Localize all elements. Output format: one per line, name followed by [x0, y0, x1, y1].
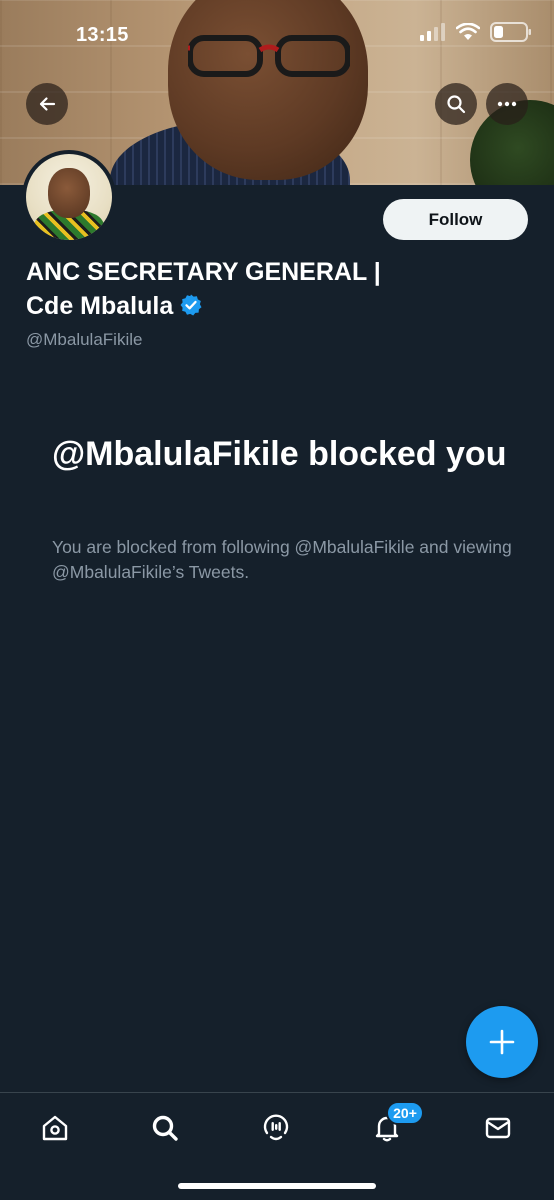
- profile-display-name: ANC SECRETARY GENERAL | Cde Mbalula: [26, 255, 526, 323]
- tab-home[interactable]: [38, 1111, 72, 1145]
- notification-count-badge: 20+: [386, 1101, 424, 1125]
- profile-name-line2: Cde Mbalula: [26, 292, 174, 320]
- follow-button[interactable]: Follow: [383, 199, 528, 240]
- profile-search-button[interactable]: [435, 83, 477, 125]
- messages-icon: [485, 1117, 511, 1139]
- plus-icon: [489, 1029, 515, 1055]
- status-icons: [420, 22, 532, 42]
- tab-spaces[interactable]: [259, 1111, 293, 1145]
- blocked-message: You are blocked from following @MbalulaF…: [52, 537, 512, 582]
- tab-messages[interactable]: [481, 1111, 515, 1145]
- banner-portrait: [168, 0, 368, 180]
- profile-screen: 13:15 Follow ANC SECRETARY GENERAL | Cde…: [0, 0, 554, 1200]
- more-options-button[interactable]: [486, 83, 528, 125]
- search-icon: [152, 1115, 178, 1141]
- cellular-signal-icon: [420, 23, 445, 41]
- tab-search[interactable]: [148, 1111, 182, 1145]
- blocked-title: @MbalulaFikile blocked you: [52, 435, 507, 473]
- avatar-image: [26, 154, 112, 240]
- banner-glasses: [188, 35, 350, 77]
- profile-name-line1: ANC SECRETARY GENERAL |: [26, 258, 381, 286]
- battery-icon: [490, 22, 531, 42]
- home-indicator[interactable]: [178, 1183, 376, 1189]
- arrow-left-icon: [39, 97, 56, 111]
- back-button[interactable]: [26, 83, 68, 125]
- verified-badge-icon: [180, 294, 202, 316]
- spaces-icon: [263, 1114, 289, 1141]
- avatar[interactable]: [22, 150, 116, 244]
- home-icon: [42, 1115, 68, 1141]
- more-horizontal-icon: [497, 101, 517, 107]
- wifi-icon: [456, 23, 480, 40]
- profile-handle: @MbalulaFikile: [26, 330, 143, 349]
- compose-tweet-button[interactable]: [466, 1006, 538, 1078]
- avatar-face: [48, 168, 90, 218]
- profile-name-line2-wrap: Cde Mbalula: [26, 289, 526, 323]
- search-icon: [447, 95, 466, 114]
- status-time: 13:15: [76, 24, 129, 46]
